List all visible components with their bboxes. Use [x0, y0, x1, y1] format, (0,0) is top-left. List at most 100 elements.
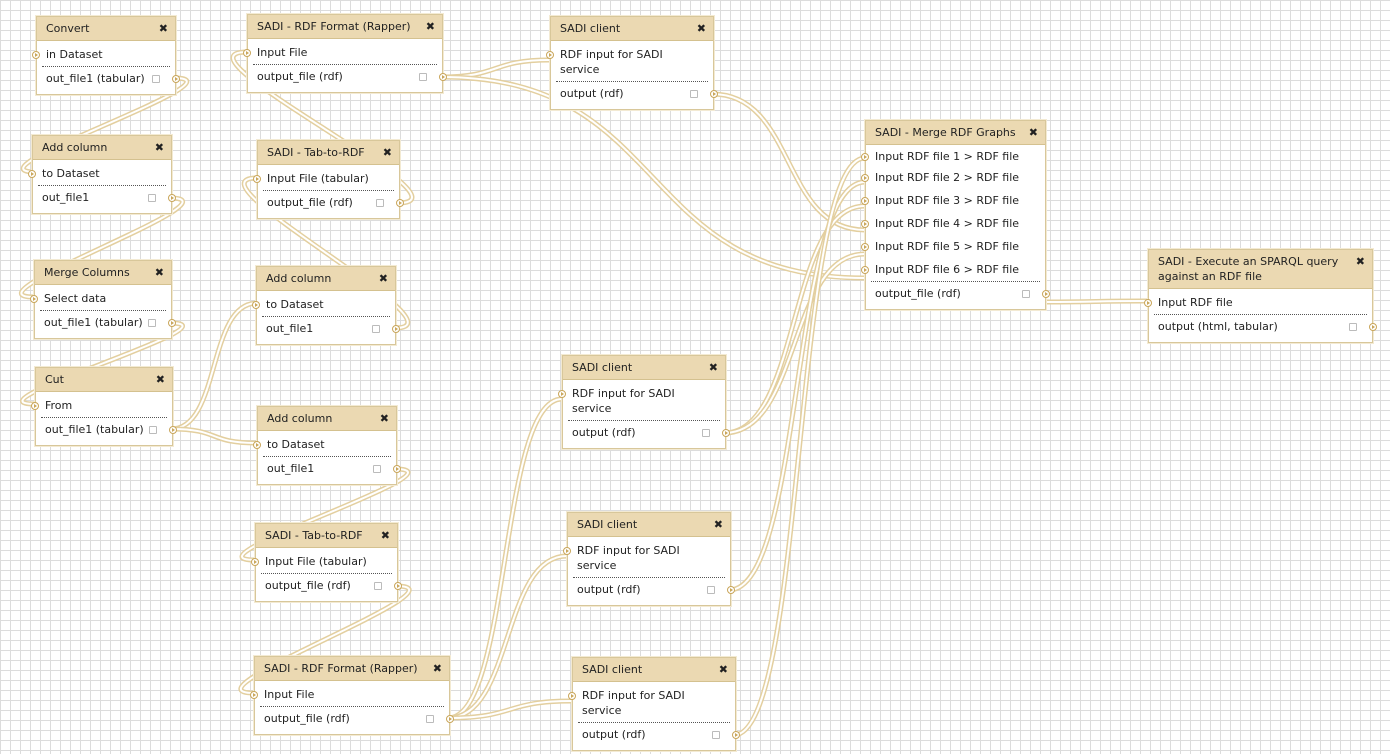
node-header[interactable]: Add column ✖ [258, 407, 396, 431]
terminal-icon[interactable] [861, 174, 869, 182]
close-icon[interactable]: ✖ [379, 271, 388, 286]
terminal-icon[interactable] [558, 390, 566, 398]
node-header[interactable]: SADI client ✖ [568, 513, 730, 537]
close-icon[interactable]: ✖ [1356, 254, 1365, 269]
node-execute-sparql[interactable]: SADI - Execute an SPARQL query against a… [1144, 249, 1377, 343]
node-header[interactable]: SADI - Tab-to-RDF ✖ [256, 524, 397, 548]
node-convert[interactable]: Convert ✖ in Dataset out_file1 (tabular) [32, 16, 180, 95]
terminal-icon[interactable] [861, 266, 869, 274]
terminal-icon[interactable] [568, 692, 576, 700]
terminal-icon[interactable] [393, 465, 401, 473]
close-icon[interactable]: ✖ [433, 661, 442, 676]
output-checkbox[interactable] [707, 586, 715, 594]
node-header[interactable]: SADI - Tab-to-RDF ✖ [258, 141, 399, 165]
close-icon[interactable]: ✖ [381, 528, 390, 543]
node-header[interactable]: Cut ✖ [36, 368, 172, 392]
close-icon[interactable]: ✖ [709, 360, 718, 375]
node-add-column-3[interactable]: Add column ✖ to Dataset out_file1 [253, 406, 401, 485]
terminal-icon[interactable] [722, 429, 730, 437]
node-header[interactable]: SADI client ✖ [563, 356, 725, 380]
terminal-icon[interactable] [168, 194, 176, 202]
output-checkbox[interactable] [426, 715, 434, 723]
terminal-icon[interactable] [252, 301, 260, 309]
node-header[interactable]: Merge Columns ✖ [35, 261, 171, 285]
terminal-icon[interactable] [251, 558, 259, 566]
node-header[interactable]: SADI - Execute an SPARQL query against a… [1149, 250, 1372, 289]
output-checkbox[interactable] [148, 319, 156, 327]
close-icon[interactable]: ✖ [714, 517, 723, 532]
terminal-icon[interactable] [31, 402, 39, 410]
terminal-icon[interactable] [732, 731, 740, 739]
close-icon[interactable]: ✖ [383, 145, 392, 160]
output-checkbox[interactable] [419, 73, 427, 81]
terminal-icon[interactable] [243, 49, 251, 57]
close-icon[interactable]: ✖ [156, 372, 165, 387]
terminal-icon[interactable] [253, 441, 261, 449]
terminal-icon[interactable] [28, 170, 36, 178]
node-header[interactable]: SADI - RDF Format (Rapper) ✖ [248, 15, 442, 39]
close-icon[interactable]: ✖ [155, 140, 164, 155]
node-sadi-client-1[interactable]: SADI client ✖ RDF input for SADI service… [546, 16, 718, 110]
node-header[interactable]: Convert ✖ [37, 17, 175, 41]
node-tab-to-rdf-2[interactable]: SADI - Tab-to-RDF ✖ Input File (tabular)… [251, 523, 402, 602]
close-icon[interactable]: ✖ [1029, 125, 1038, 140]
node-sadi-client-4[interactable]: SADI client ✖ RDF input for SADI service… [568, 657, 740, 751]
terminal-icon[interactable] [710, 90, 718, 98]
node-add-column-1[interactable]: Add column ✖ to Dataset out_file1 [28, 135, 176, 214]
terminal-icon[interactable] [1144, 299, 1152, 307]
node-tab-to-rdf-1[interactable]: SADI - Tab-to-RDF ✖ Input File (tabular)… [253, 140, 404, 219]
terminal-icon[interactable] [446, 715, 454, 723]
node-header[interactable]: SADI client ✖ [573, 658, 735, 682]
terminal-icon[interactable] [546, 51, 554, 59]
terminal-icon[interactable] [168, 319, 176, 327]
output-checkbox[interactable] [690, 90, 698, 98]
node-header[interactable]: Add column ✖ [33, 136, 171, 160]
terminal-icon[interactable] [861, 243, 869, 251]
terminal-icon[interactable] [250, 691, 258, 699]
node-header[interactable]: SADI client ✖ [551, 17, 713, 41]
node-merge-rdf-graphs[interactable]: SADI - Merge RDF Graphs ✖ Input RDF file… [861, 120, 1050, 310]
output-checkbox[interactable] [712, 731, 720, 739]
node-header[interactable]: SADI - RDF Format (Rapper) ✖ [255, 657, 449, 681]
terminal-icon[interactable] [1369, 323, 1377, 331]
node-header[interactable]: SADI - Merge RDF Graphs ✖ [866, 121, 1045, 145]
node-rdf-format-2[interactable]: SADI - RDF Format (Rapper) ✖ Input File … [250, 656, 454, 735]
terminal-icon[interactable] [563, 547, 571, 555]
close-icon[interactable]: ✖ [155, 265, 164, 280]
terminal-icon[interactable] [172, 75, 180, 83]
node-sadi-client-3[interactable]: SADI client ✖ RDF input for SADI service… [563, 512, 735, 606]
output-checkbox[interactable] [148, 194, 156, 202]
terminal-icon[interactable] [861, 153, 869, 161]
output-checkbox[interactable] [372, 325, 380, 333]
terminal-icon[interactable] [861, 197, 869, 205]
close-icon[interactable]: ✖ [697, 21, 706, 36]
terminal-icon[interactable] [439, 73, 447, 81]
close-icon[interactable]: ✖ [426, 19, 435, 34]
output-checkbox[interactable] [373, 465, 381, 473]
node-sadi-client-2[interactable]: SADI client ✖ RDF input for SADI service… [558, 355, 730, 449]
node-add-column-2[interactable]: Add column ✖ to Dataset out_file1 [252, 266, 400, 345]
close-icon[interactable]: ✖ [159, 21, 168, 36]
terminal-icon[interactable] [396, 199, 404, 207]
terminal-icon[interactable] [32, 51, 40, 59]
node-rdf-format-1[interactable]: SADI - RDF Format (Rapper) ✖ Input File … [243, 14, 447, 93]
node-merge-columns[interactable]: Merge Columns ✖ Select data out_file1 (t… [30, 260, 176, 339]
terminal-icon[interactable] [727, 586, 735, 594]
output-checkbox[interactable] [1349, 323, 1357, 331]
output-checkbox[interactable] [374, 582, 382, 590]
output-checkbox[interactable] [702, 429, 710, 437]
output-checkbox[interactable] [1022, 290, 1030, 298]
terminal-icon[interactable] [1042, 290, 1050, 298]
terminal-icon[interactable] [30, 295, 38, 303]
terminal-icon[interactable] [392, 325, 400, 333]
terminal-icon[interactable] [169, 426, 177, 434]
terminal-icon[interactable] [861, 220, 869, 228]
close-icon[interactable]: ✖ [719, 662, 728, 677]
output-checkbox[interactable] [376, 199, 384, 207]
close-icon[interactable]: ✖ [380, 411, 389, 426]
output-checkbox[interactable] [152, 75, 160, 83]
terminal-icon[interactable] [394, 582, 402, 590]
output-checkbox[interactable] [149, 426, 157, 434]
node-cut[interactable]: Cut ✖ From out_file1 (tabular) [31, 367, 177, 446]
node-header[interactable]: Add column ✖ [257, 267, 395, 291]
